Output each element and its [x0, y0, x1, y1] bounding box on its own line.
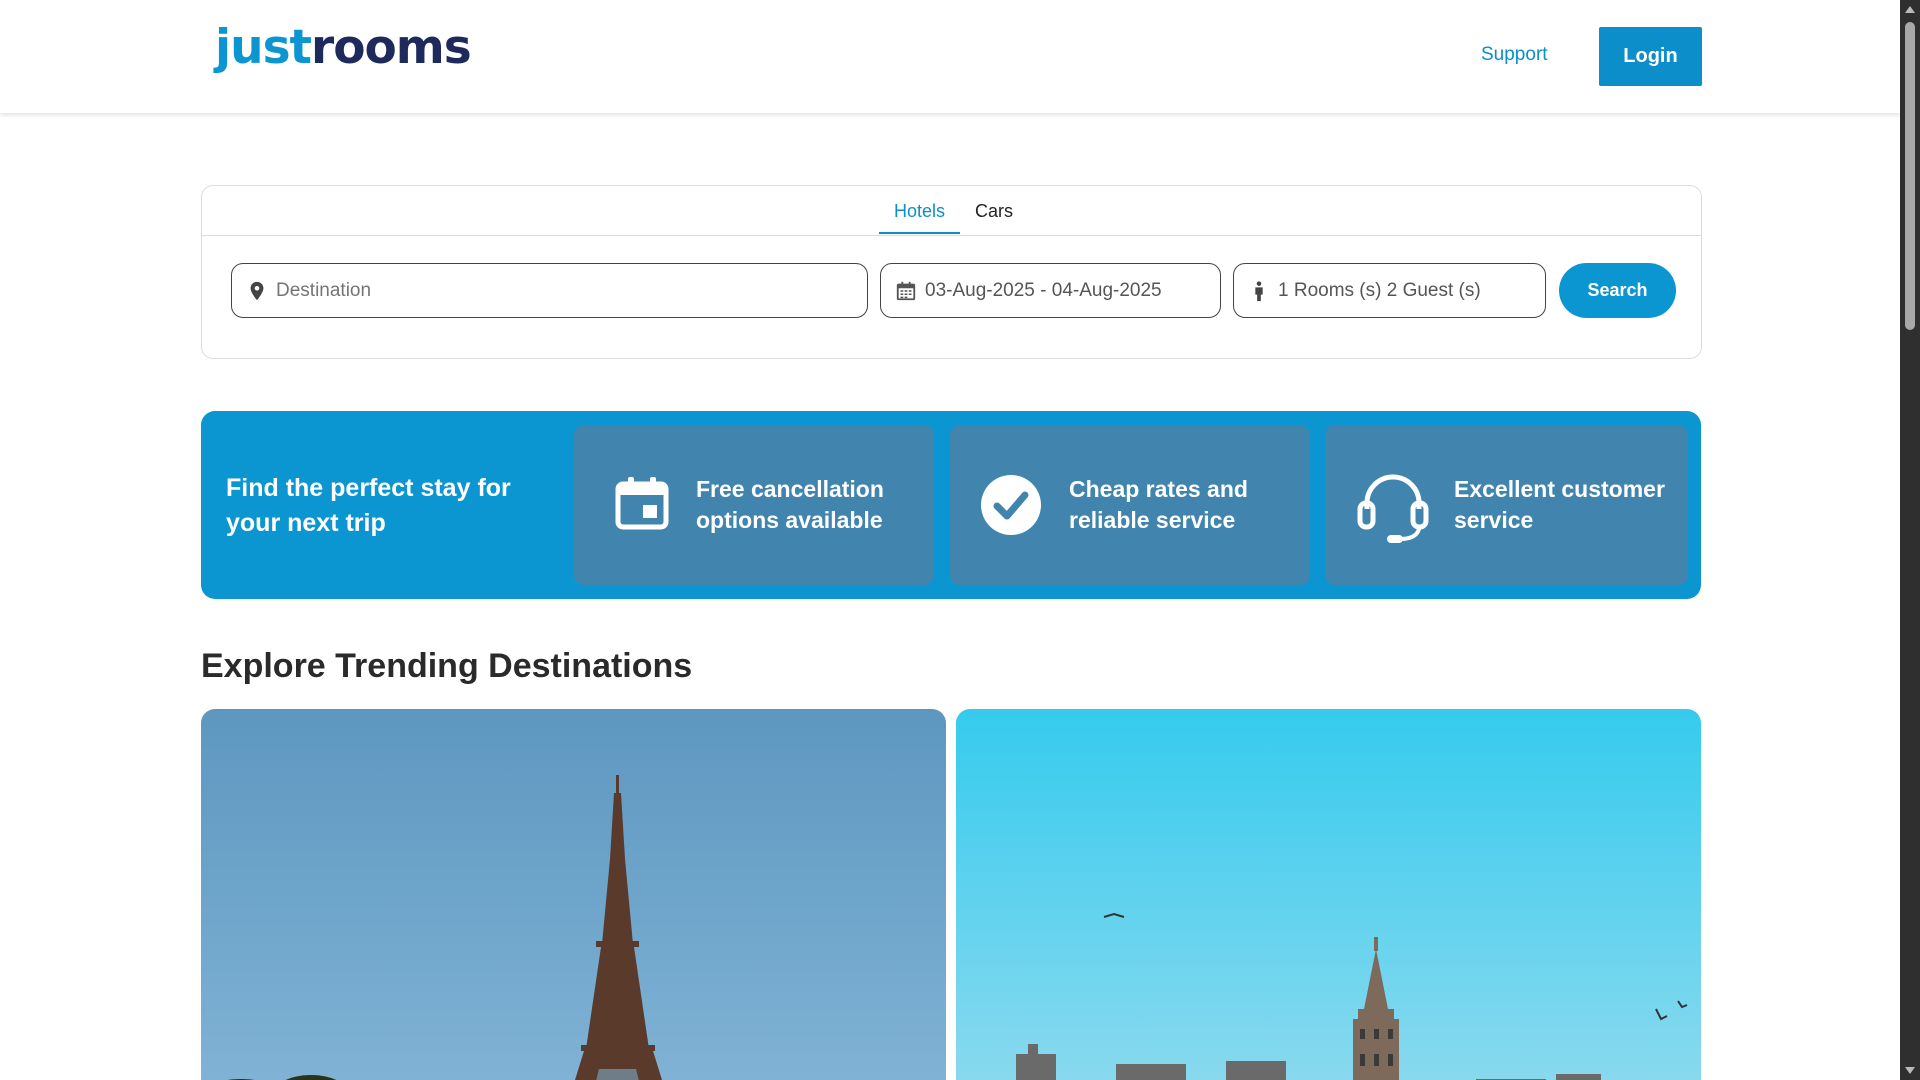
login-button[interactable]: Login: [1599, 27, 1702, 86]
page: justrooms Support Login Hotels Cars Sear…: [0, 0, 1900, 1080]
map-pin-icon: [250, 281, 264, 300]
trending-title: Explore Trending Destinations: [201, 647, 693, 685]
scroll-thumb[interactable]: [1905, 22, 1915, 330]
feature-label: Cheap rates and reliable service: [1069, 476, 1248, 533]
dates-input[interactable]: [923, 278, 1220, 303]
scroll-down-arrow-icon[interactable]: [1905, 1067, 1915, 1074]
person-icon: [1255, 280, 1263, 301]
destination-card-paris[interactable]: [201, 709, 946, 1080]
logo-part-just: just: [215, 20, 312, 75]
galata-tower-photo: [956, 709, 1701, 1080]
destination-input[interactable]: [274, 278, 867, 303]
features-banner: Find the perfect stay for your next trip…: [201, 411, 1701, 599]
search-tabs: Hotels Cars: [202, 186, 1701, 236]
feature-free-cancellation: Free cancellation options available: [574, 425, 934, 585]
tab-cars[interactable]: Cars: [975, 201, 1013, 234]
feature-label: Excellent customer service: [1454, 476, 1665, 533]
tab-hotels[interactable]: Hotels: [879, 201, 960, 234]
search-button[interactable]: Search: [1559, 263, 1676, 318]
calendar-icon: [615, 477, 669, 530]
feature-cheap-rates: Cheap rates and reliable service: [950, 425, 1310, 585]
destination-field[interactable]: [231, 263, 868, 318]
feature-customer-service: Excellent customer service: [1325, 425, 1688, 585]
banner-headline: Find the perfect stay for your next trip: [226, 474, 511, 537]
support-link[interactable]: Support: [1481, 44, 1548, 66]
site-header: justrooms Support Login: [0, 0, 1900, 113]
eiffel-tower-photo: [201, 709, 946, 1080]
headset-icon: [1357, 474, 1429, 543]
feature-label: Free cancellation options available: [696, 476, 884, 533]
guests-field[interactable]: [1233, 263, 1546, 318]
logo-part-rooms: rooms: [311, 20, 472, 75]
page-scrollbar[interactable]: [1900, 0, 1920, 1080]
check-circle-icon: [981, 475, 1041, 535]
guests-input[interactable]: [1276, 278, 1545, 303]
justrooms-logo[interactable]: justrooms: [215, 24, 472, 71]
dates-field[interactable]: [880, 263, 1221, 318]
calendar-icon: [896, 281, 916, 300]
destination-card-istanbul[interactable]: [956, 709, 1701, 1080]
search-card: Hotels Cars Search: [201, 185, 1702, 359]
scroll-up-arrow-icon[interactable]: [1905, 6, 1915, 13]
